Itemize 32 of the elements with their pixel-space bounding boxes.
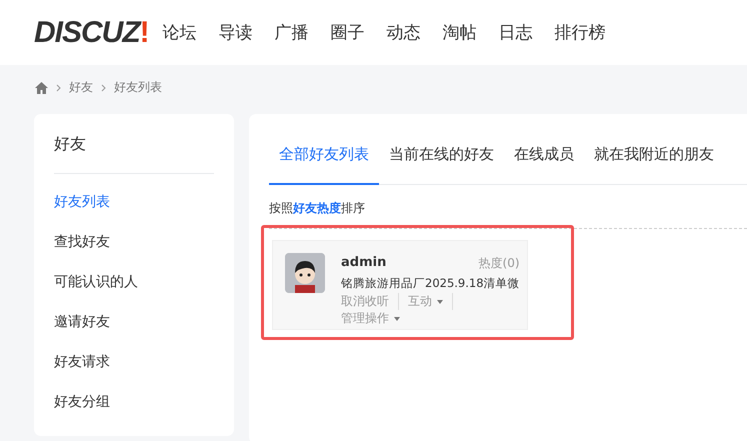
sidebar-item[interactable]: 邀请好友	[54, 308, 214, 348]
chevron-icon	[101, 84, 106, 92]
heat-count: 热度(0)	[478, 255, 520, 272]
tab[interactable]: 全部好友列表	[269, 145, 379, 185]
sidebar-item[interactable]: 好友列表	[54, 188, 214, 228]
chevron-icon	[56, 84, 61, 92]
sidebar-title: 好友	[54, 134, 214, 174]
caret-icon	[394, 316, 400, 320]
avatar-icon[interactable]	[285, 253, 325, 293]
caret-icon	[437, 300, 443, 304]
nav-link[interactable]: 排行榜	[554, 21, 606, 44]
breadcrumb-link[interactable]: 好友	[69, 79, 93, 96]
home-icon[interactable]	[35, 82, 48, 94]
tab[interactable]: 当前在线的好友	[379, 145, 504, 185]
nav-link[interactable]: 日志	[498, 21, 533, 44]
nav-link[interactable]: 圈子	[330, 21, 365, 44]
breadcrumb-link[interactable]: 好友列表	[114, 79, 162, 96]
friend-name[interactable]: admin	[341, 253, 386, 273]
friend-status: 铭腾旅游用品厂2025.9.18清单微	[341, 275, 520, 292]
discuz-logo[interactable]: DISCUZ!	[34, 16, 149, 50]
nav-link[interactable]: 广播	[274, 21, 309, 44]
nav-link[interactable]: 导读	[218, 21, 253, 44]
sidebar-item[interactable]: 查找好友	[54, 228, 214, 268]
sidebar-item[interactable]: 好友分组	[54, 388, 214, 428]
nav-link[interactable]: 淘帖	[442, 21, 477, 44]
tab[interactable]: 就在我附近的朋友	[584, 145, 724, 185]
nav-link[interactable]: 论坛	[162, 21, 197, 44]
nav-link[interactable]: 动态	[386, 21, 421, 44]
tab[interactable]: 在线成员	[504, 145, 584, 185]
sort-label: 按照好友热度排序	[269, 200, 366, 217]
sidebar-item[interactable]: 可能认识的人	[54, 268, 214, 308]
sidebar-item[interactable]: 好友请求	[54, 348, 214, 388]
